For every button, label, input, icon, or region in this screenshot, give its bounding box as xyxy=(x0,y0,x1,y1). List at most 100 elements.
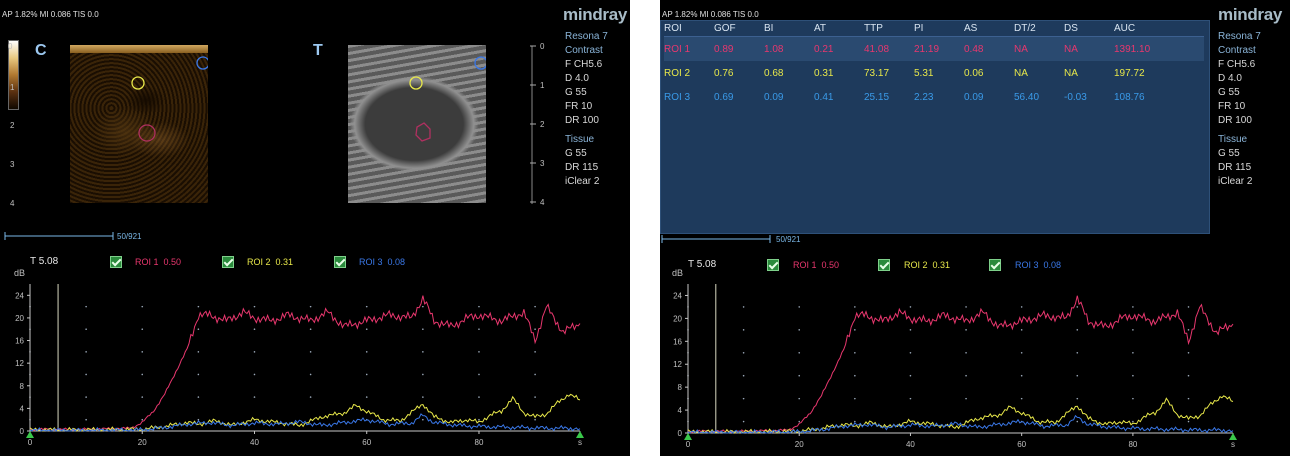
table-cell: 21.19 xyxy=(914,44,940,55)
grid-dot xyxy=(422,418,424,421)
tic-chart[interactable]: 0 4 8 12 16 20 24 dB 0 20 40 60 80 s xyxy=(0,266,630,456)
grid-dot xyxy=(478,328,480,331)
range-start-handle[interactable] xyxy=(684,433,692,440)
grid-dot xyxy=(197,373,200,376)
param-item: G 55 xyxy=(565,87,587,98)
grid-dot xyxy=(854,351,856,354)
mindray-logo: mindray xyxy=(1218,5,1283,24)
grid-dot xyxy=(309,351,312,353)
grid-dot xyxy=(798,351,801,354)
tissue-mode-label: T xyxy=(313,42,323,59)
range-start-handle[interactable] xyxy=(26,431,34,438)
grid-dot xyxy=(742,306,745,308)
tic-chart[interactable]: 0 4 8 12 16 20 24 dB 0 20 40 60 80 s xyxy=(660,268,1290,456)
mindray-logo: mindray xyxy=(563,5,628,24)
grid-dot xyxy=(478,396,480,398)
acoustic-output-header: AP 1.82% MI 0.086 TIS 0.0 xyxy=(2,10,99,19)
grid-dot xyxy=(798,306,801,308)
range-end-handle[interactable] xyxy=(576,431,584,438)
grid-dot xyxy=(854,420,856,423)
x-tick-label: 0 xyxy=(28,438,33,447)
grid-dot xyxy=(141,396,144,398)
param-item: G 55 xyxy=(1218,87,1240,98)
grid-dot xyxy=(1187,306,1190,308)
cine-slider[interactable] xyxy=(660,233,775,245)
y-tick-label: 0 xyxy=(20,427,25,436)
depth-tick-2: 2 xyxy=(540,120,545,129)
roi-3-tissue-marker[interactable] xyxy=(474,56,486,70)
column-header: AS xyxy=(964,23,978,34)
contrast-image[interactable] xyxy=(70,45,208,203)
grid-dot xyxy=(253,373,256,376)
colorbar-tick-4: 4 xyxy=(10,199,15,208)
grid-dot xyxy=(197,305,200,308)
cine-frame-counter: 50/921 xyxy=(776,235,801,244)
imaging-params: Resona 7 Contrast F CH5.6 D 4.0 G 55 FR … xyxy=(565,30,608,189)
y-tick-label: 12 xyxy=(673,360,682,369)
param-item: FR 10 xyxy=(1218,101,1246,112)
table-cell: ROI 1 xyxy=(664,44,691,55)
table-cell: 0.31 xyxy=(814,68,834,79)
grid-dot xyxy=(365,373,368,376)
y-tick-label: 24 xyxy=(673,291,682,300)
tissue-image[interactable] xyxy=(348,45,486,203)
table-cell: 0.89 xyxy=(714,44,734,55)
y-tick-label: 20 xyxy=(15,314,24,323)
grid-dot xyxy=(141,351,144,353)
grid-dot xyxy=(1020,306,1023,308)
grid-dot xyxy=(965,397,967,400)
contrast-mode-label: C xyxy=(35,42,47,59)
column-header: AUC xyxy=(1114,23,1136,34)
grid-dot xyxy=(534,328,536,331)
grid-dot xyxy=(309,373,312,376)
cine-slider[interactable] xyxy=(3,230,118,242)
param-item: G 55 xyxy=(565,148,587,159)
column-header: DS xyxy=(1064,23,1078,34)
grid-dot xyxy=(141,328,144,331)
param-item: iClear 2 xyxy=(565,176,600,187)
colorbar-tick-2: 2 xyxy=(10,121,15,130)
table-row[interactable]: ROI 2 0.76 0.68 0.31 73.17 5.31 0.06 NA … xyxy=(664,61,1204,85)
grid-dot xyxy=(1076,397,1079,400)
tic-curve-roi-1 xyxy=(687,295,1234,434)
table-cell: 0.41 xyxy=(814,92,834,103)
grid-dot xyxy=(422,305,424,308)
grid-dot xyxy=(478,418,480,421)
grid-dot xyxy=(309,396,312,398)
range-end-handle[interactable] xyxy=(1229,433,1237,440)
y-axis-label: dB xyxy=(672,268,683,278)
table-cell: ROI 2 xyxy=(664,68,691,79)
grid-dot xyxy=(909,374,912,377)
depth-tick-3: 3 xyxy=(540,159,545,168)
grid-dot xyxy=(965,351,967,354)
grid-dot xyxy=(141,305,144,308)
table-cell: 0.06 xyxy=(964,68,984,79)
table-row[interactable]: ROI 1 0.89 1.08 0.21 41.08 21.19 0.48 NA… xyxy=(664,36,1204,61)
grid-dot xyxy=(253,396,256,398)
y-tick-label: 16 xyxy=(673,337,682,346)
grid-dot xyxy=(422,328,424,331)
roi-1-marker[interactable] xyxy=(138,124,156,142)
cine-frame-counter: 50/921 xyxy=(117,232,142,241)
roi-1-tissue-marker[interactable] xyxy=(415,122,431,142)
grid-dot xyxy=(478,351,480,353)
column-header: ROI xyxy=(664,23,682,34)
grid-dot xyxy=(1132,397,1134,400)
param-item: DR 115 xyxy=(1218,162,1252,173)
x-tick-label: 20 xyxy=(138,438,147,447)
grid-dot xyxy=(798,420,801,423)
grid-dot xyxy=(1187,397,1190,400)
table-cell: 2.23 xyxy=(914,92,934,103)
table-cell: 56.40 xyxy=(1014,92,1040,103)
x-axis-label: s xyxy=(578,438,582,447)
grid-dot xyxy=(141,418,144,421)
roi-3-marker[interactable] xyxy=(196,56,208,70)
roi-2-marker[interactable] xyxy=(131,76,145,90)
grid-dot xyxy=(1132,329,1134,331)
roi-2-tissue-marker[interactable] xyxy=(409,76,423,90)
param-item: DR 100 xyxy=(565,115,599,126)
grid-dot xyxy=(1020,374,1023,377)
grid-dot xyxy=(798,329,801,331)
table-row[interactable]: ROI 3 0.69 0.09 0.41 25.15 2.23 0.09 56.… xyxy=(664,85,1204,109)
table-cell: NA xyxy=(1014,68,1028,79)
